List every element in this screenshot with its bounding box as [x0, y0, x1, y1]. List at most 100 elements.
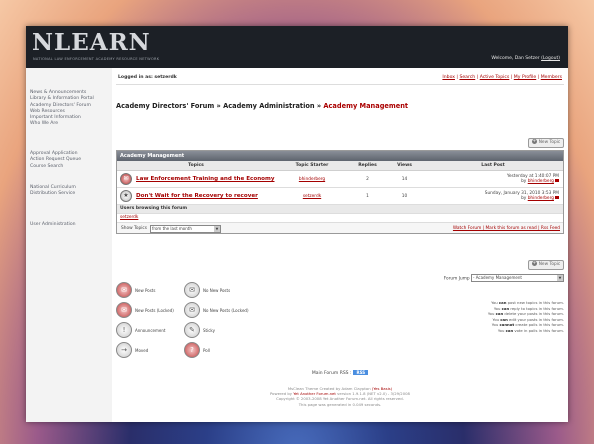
- forum-table: Academy Management Topics Topic Starter …: [116, 150, 564, 234]
- sidebar-item-library[interactable]: Library & Information Portal: [30, 96, 94, 102]
- legend-item: ? Poll: [184, 342, 210, 358]
- users-browsing-header: Users browsing this forum: [117, 205, 563, 214]
- last-post-author-link[interactable]: bhinderberg: [528, 196, 554, 201]
- chevron-down-icon: ▼: [557, 275, 563, 281]
- rss-icon[interactable]: RSS: [353, 370, 369, 375]
- legend-item: ✎ Sticky: [184, 322, 215, 338]
- users-browsing-name[interactable]: setzerdk: [117, 214, 563, 222]
- moved-icon: →: [116, 342, 132, 358]
- last-post-cell: Yesterday at 1:40:07 PM by bhinderberg: [423, 174, 563, 185]
- last-post-by-line: by bhinderberg: [423, 179, 559, 185]
- active-topics-link[interactable]: Active Topics: [480, 75, 510, 80]
- new-topic-button-top[interactable]: + New Topic: [528, 138, 564, 148]
- perm-post: create polls in this forum.: [514, 322, 564, 327]
- show-topics-select[interactable]: from the last month ▼: [150, 224, 221, 233]
- sidebar-item-action-queue[interactable]: Action Request Queue: [30, 157, 81, 163]
- topic-starter-link[interactable]: setzerdk: [303, 194, 321, 199]
- forum-jump-label: Forum Jump: [443, 276, 470, 282]
- new-posts-icon: ✉: [116, 282, 132, 298]
- chevron-down-icon: ▼: [214, 225, 220, 232]
- replies-count: 1: [366, 193, 369, 199]
- legend-label: No New Posts: [203, 287, 231, 293]
- show-topics-bar: Show Topics from the last month ▼ Watch F…: [117, 222, 563, 233]
- sidebar-item-forum[interactable]: Academy Directors' Forum: [30, 103, 94, 109]
- legend-item: ✉ No New Posts: [184, 282, 230, 298]
- col-last-post: Last Post: [481, 163, 505, 168]
- my-profile-link[interactable]: My Profile: [514, 75, 536, 80]
- breadcrumb: Academy Directors' Forum » Academy Admin…: [116, 102, 408, 110]
- breadcrumb-category[interactable]: Academy Administration: [223, 102, 314, 110]
- last-post-cell: Sunday, January 31, 2010 3:53 PM by bhin…: [423, 191, 563, 202]
- legend-label: Poll: [203, 347, 210, 353]
- legend-item: ✉ No New Posts (Locked): [184, 302, 249, 318]
- topic-cell: ★ Don't Wait for the Recovery to recover: [117, 190, 275, 202]
- views-count: 14: [401, 176, 408, 182]
- legend-item: ✉ New Posts: [116, 282, 155, 298]
- show-topics-value: from the last month: [152, 225, 192, 231]
- perm-post: post new topics in this forum.: [506, 300, 564, 305]
- topic-title-link[interactable]: Law Enforcement Training and the Economy: [136, 176, 275, 182]
- sidebar-group-main: News & Announcements Library & Informati…: [30, 90, 94, 128]
- perm-post: vote in polls in this forum.: [513, 327, 564, 333]
- last-post-author-link[interactable]: bhinderberg: [528, 179, 554, 184]
- legend-item: ✉ New Posts (Locked): [116, 302, 174, 318]
- perm-verb: cannot: [499, 322, 515, 327]
- sticky-icon: ✎: [184, 322, 200, 338]
- perm-pre: You: [497, 327, 506, 333]
- sidebar-item-course-search[interactable]: Course Search: [30, 164, 81, 170]
- sidebar-item-user-admin[interactable]: User Administration: [30, 222, 76, 228]
- table-row: ✉ Law Enforcement Training and the Econo…: [117, 171, 563, 188]
- perm-pre: You: [493, 305, 502, 311]
- forum-action-links[interactable]: Watch Forum | Mark this forum as read | …: [453, 226, 560, 231]
- go-to-last-post-icon[interactable]: [555, 196, 559, 199]
- logout-link[interactable]: (Logout): [541, 56, 560, 61]
- top-bar: Logged in as: setzerdk Inbox | Search | …: [116, 72, 564, 85]
- new-topic-button-bottom[interactable]: + New Topic: [528, 260, 564, 270]
- topic-title-link[interactable]: Don't Wait for the Recovery to recover: [136, 193, 258, 199]
- replies-count: 2: [366, 176, 369, 182]
- no-new-posts-locked-icon: ✉: [184, 302, 200, 318]
- topic-starter-link[interactable]: bhinderberg: [299, 177, 325, 182]
- topic-starter-cell: bhinderberg: [275, 177, 349, 182]
- forum-page: NLEARN NATIONAL LAW ENFORCEMENT ACADEMY …: [26, 26, 568, 422]
- last-post-by-prefix: by: [521, 196, 528, 201]
- icon-legend: ✉ New Posts ✉ No New Posts ✉ New Posts (Loc…: [116, 282, 276, 362]
- plus-icon: +: [531, 139, 537, 144]
- forum-jump-value: - Academy Management: [473, 275, 522, 280]
- logo-tagline: NATIONAL LAW ENFORCEMENT ACADEMY RESOURC…: [33, 57, 160, 61]
- inbox-link[interactable]: Inbox: [442, 75, 455, 80]
- no-new-posts-icon: ★: [120, 190, 132, 202]
- legend-item: → Moved: [116, 342, 148, 358]
- breadcrumb-forum[interactable]: Academy Directors' Forum: [116, 102, 214, 110]
- sidebar-item-distribution[interactable]: Distribution Service: [30, 191, 76, 197]
- members-link[interactable]: Members: [541, 75, 562, 80]
- legend-label: Sticky: [203, 327, 215, 333]
- legend-label: No New Posts (Locked): [203, 307, 249, 313]
- page-footer: MsClean Theme Created by Adam Claypton (…: [112, 386, 568, 407]
- last-post-by-line: by bhinderberg: [423, 196, 559, 202]
- show-topics-label: Show Topics: [121, 226, 148, 231]
- sidebar-group-curriculum: National Curriculum Distribution Service: [30, 185, 76, 198]
- col-views: Views: [397, 163, 412, 168]
- go-to-last-post-icon[interactable]: [555, 179, 559, 182]
- forum-jump-select[interactable]: - Academy Management ▼: [471, 274, 564, 282]
- breadcrumb-sep-1: »: [214, 102, 224, 110]
- breadcrumb-current[interactable]: Academy Management: [323, 102, 408, 110]
- table-header: Topics Topic Starter Replies Views Last …: [117, 161, 563, 171]
- perm-verb: can: [500, 316, 508, 322]
- col-topic-starter: Topic Starter: [295, 163, 329, 168]
- forum-title: Academy Management: [117, 151, 563, 161]
- col-topics: Topics: [188, 163, 204, 168]
- poll-icon: ?: [184, 342, 200, 358]
- perm-pre: You: [491, 300, 499, 305]
- sidebar-item-who-we-are[interactable]: Who We Are: [30, 121, 94, 127]
- site-logo[interactable]: NLEARN: [32, 29, 151, 56]
- new-posts-locked-icon: ✉: [116, 302, 132, 318]
- site-header: NLEARN NATIONAL LAW ENFORCEMENT ACADEMY …: [26, 26, 568, 68]
- no-new-posts-icon: ✉: [184, 282, 200, 298]
- rss-row: Main Forum RSS : RSS: [112, 370, 568, 376]
- perm-post: edit your posts in this forum.: [507, 316, 564, 322]
- logged-in-text: Logged in as: setzerdk: [118, 75, 177, 80]
- rss-label: Main Forum RSS :: [311, 371, 352, 376]
- search-link[interactable]: Search: [459, 75, 475, 80]
